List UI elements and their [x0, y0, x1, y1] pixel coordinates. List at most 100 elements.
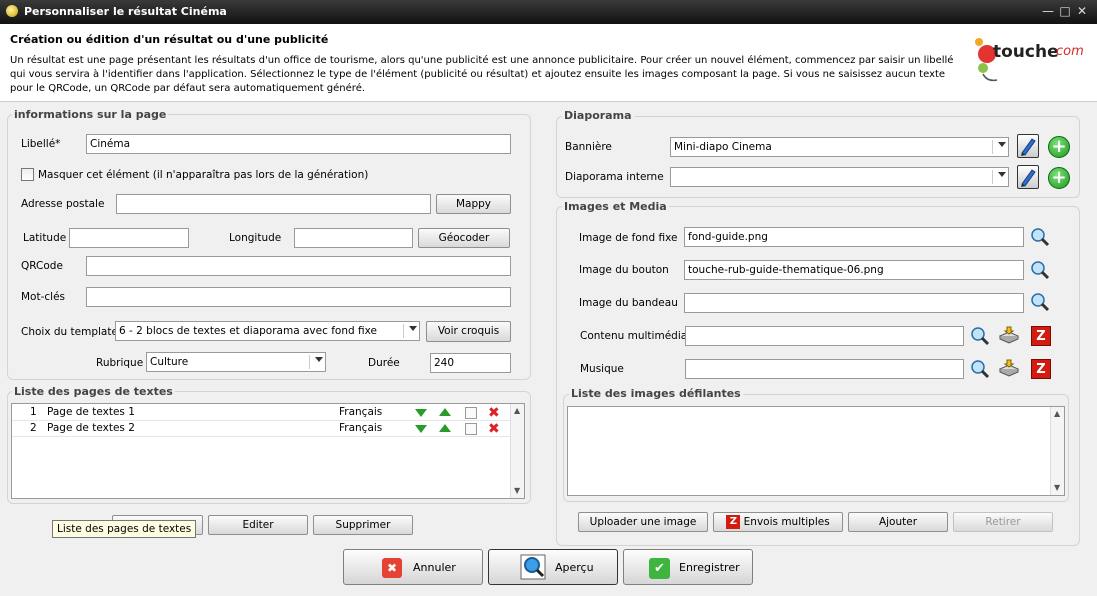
- scroll-up-icon[interactable]: ▲: [1054, 409, 1060, 418]
- banniere-label: Bannière: [565, 141, 612, 153]
- scroll-down-icon[interactable]: ▼: [514, 486, 520, 495]
- edit-icon[interactable]: [465, 407, 477, 419]
- search-icon[interactable]: [1030, 292, 1050, 312]
- upload-icon[interactable]: [998, 359, 1020, 377]
- edit-banniere-button[interactable]: [1017, 134, 1039, 158]
- bouton-input[interactable]: touche-rub-guide-thematique-06.png: [684, 260, 1024, 280]
- filezilla-icon[interactable]: Z: [1031, 326, 1051, 346]
- textes-list[interactable]: 1 Page de textes 1 Français ✖ 2 Page de …: [11, 403, 525, 499]
- row-number: 1: [30, 406, 37, 418]
- qrcode-label: QRCode: [21, 260, 63, 272]
- delete-icon[interactable]: ✖: [488, 422, 500, 436]
- edit-interne-button[interactable]: [1017, 165, 1039, 189]
- pen-icon: [1021, 138, 1036, 156]
- masquer-checkbox[interactable]: [21, 168, 34, 181]
- scroll-up-icon[interactable]: ▲: [514, 406, 520, 415]
- fond-input[interactable]: fond-guide.png: [684, 227, 1024, 247]
- libelle-input[interactable]: Cinéma: [86, 134, 511, 154]
- rubrique-value: Culture: [150, 356, 189, 368]
- multimedia-input[interactable]: [685, 326, 964, 346]
- fond-label: Image de fond fixe: [579, 232, 678, 244]
- check-icon: ✔: [649, 558, 670, 579]
- interne-label: Diaporama interne: [565, 171, 664, 183]
- diaporama-group-title: Diaporama: [562, 109, 634, 122]
- search-icon[interactable]: [1030, 260, 1050, 280]
- envois-multiples-button[interactable]: Z Envois multiples: [713, 512, 843, 532]
- rubrique-select[interactable]: Culture: [146, 352, 326, 372]
- move-up-icon[interactable]: [439, 408, 451, 416]
- vertical-scrollbar[interactable]: ▲ ▼: [1050, 407, 1064, 495]
- motcles-label: Mot-clés: [21, 291, 66, 303]
- adresse-label: Adresse postale: [21, 198, 105, 210]
- banniere-select[interactable]: Mini-diapo Cinema: [670, 137, 1009, 157]
- pen-icon: [1021, 169, 1036, 187]
- scroll-down-icon[interactable]: ▼: [1054, 483, 1060, 492]
- voir-croquis-button[interactable]: Voir croquis: [426, 321, 511, 342]
- media-group-title: Images et Media: [562, 200, 669, 213]
- longitude-label: Longitude: [229, 232, 282, 244]
- search-icon[interactable]: [1030, 227, 1050, 247]
- row-name: Page de textes 1: [47, 406, 135, 418]
- libelle-label: Libellé*: [21, 138, 61, 150]
- mappy-button[interactable]: Mappy: [436, 194, 511, 214]
- adresse-input[interactable]: [116, 194, 431, 214]
- multimedia-label: Contenu multimédia: [580, 330, 688, 342]
- apercu-button[interactable]: Aperçu: [488, 549, 618, 585]
- musique-input[interactable]: [685, 359, 964, 379]
- table-row[interactable]: 2 Page de textes 2 Français ✖: [12, 421, 510, 437]
- duree-input[interactable]: 240: [430, 353, 511, 373]
- duree-label: Durée: [368, 357, 400, 369]
- defilantes-list[interactable]: ▲ ▼: [567, 406, 1065, 496]
- longitude-input[interactable]: [294, 228, 413, 248]
- window-title: Personnaliser le résultat Cinéma: [24, 5, 227, 18]
- header: Création ou édition d'un résultat ou d'u…: [0, 24, 1097, 102]
- add-banniere-icon[interactable]: +: [1048, 136, 1070, 158]
- upload-icon[interactable]: [998, 326, 1020, 344]
- enregistrer-button[interactable]: ✔ Enregistrer: [623, 549, 753, 585]
- search-icon[interactable]: [970, 326, 990, 346]
- editer-button[interactable]: Editer: [208, 515, 308, 535]
- row-name: Page de textes 2: [47, 422, 135, 434]
- row-language: Français: [339, 422, 383, 434]
- filezilla-icon: Z: [726, 515, 741, 529]
- rubrique-label: Rubrique: [96, 357, 144, 369]
- maximize-icon[interactable]: □: [1057, 3, 1073, 19]
- textes-group-title: Liste des pages de textes: [12, 385, 175, 398]
- add-interne-icon[interactable]: +: [1048, 167, 1070, 189]
- supprimer-button[interactable]: Supprimer: [313, 515, 413, 535]
- vertical-scrollbar[interactable]: ▲ ▼: [510, 404, 524, 498]
- annuler-button[interactable]: ✖ Annuler: [343, 549, 483, 585]
- motcles-input[interactable]: [86, 287, 511, 307]
- move-up-icon[interactable]: [439, 424, 451, 432]
- close-icon[interactable]: ✕: [1074, 3, 1090, 19]
- move-down-icon[interactable]: [415, 409, 427, 417]
- search-icon[interactable]: [970, 359, 990, 379]
- chevron-down-icon: [409, 326, 417, 331]
- apercu-label: Aperçu: [555, 561, 594, 574]
- title-bar: Personnaliser le résultat Cinéma — □ ✕: [0, 0, 1097, 24]
- info-group-title: informations sur la page: [12, 108, 169, 121]
- table-row[interactable]: 1 Page de textes 1 Français ✖: [12, 405, 510, 421]
- latitude-input[interactable]: [69, 228, 189, 248]
- minimize-icon[interactable]: —: [1040, 3, 1056, 19]
- move-down-icon[interactable]: [415, 425, 427, 433]
- uploader-button[interactable]: Uploader une image: [578, 512, 708, 532]
- row-number: 2: [30, 422, 37, 434]
- filezilla-icon[interactable]: Z: [1031, 359, 1051, 379]
- qrcode-input[interactable]: [86, 256, 511, 276]
- delete-icon[interactable]: ✖: [488, 406, 500, 420]
- geocoder-button[interactable]: Géocoder: [418, 228, 510, 248]
- template-label: Choix du template: [21, 326, 118, 338]
- template-select[interactable]: 6 - 2 blocs de textes et diaporama avec …: [115, 321, 420, 341]
- bandeau-input[interactable]: [684, 293, 1024, 313]
- app-icon: [6, 5, 18, 17]
- tooltip: Liste des pages de textes: [52, 520, 197, 538]
- edit-icon[interactable]: [465, 423, 477, 435]
- chevron-down-icon: [998, 142, 1006, 147]
- logo-suffix: com: [1056, 44, 1084, 59]
- ajouter-button[interactable]: Ajouter: [848, 512, 948, 532]
- retirer-button[interactable]: Retirer: [953, 512, 1053, 532]
- chevron-down-icon: [315, 357, 323, 362]
- interne-select[interactable]: [670, 167, 1009, 187]
- musique-label: Musique: [580, 363, 624, 375]
